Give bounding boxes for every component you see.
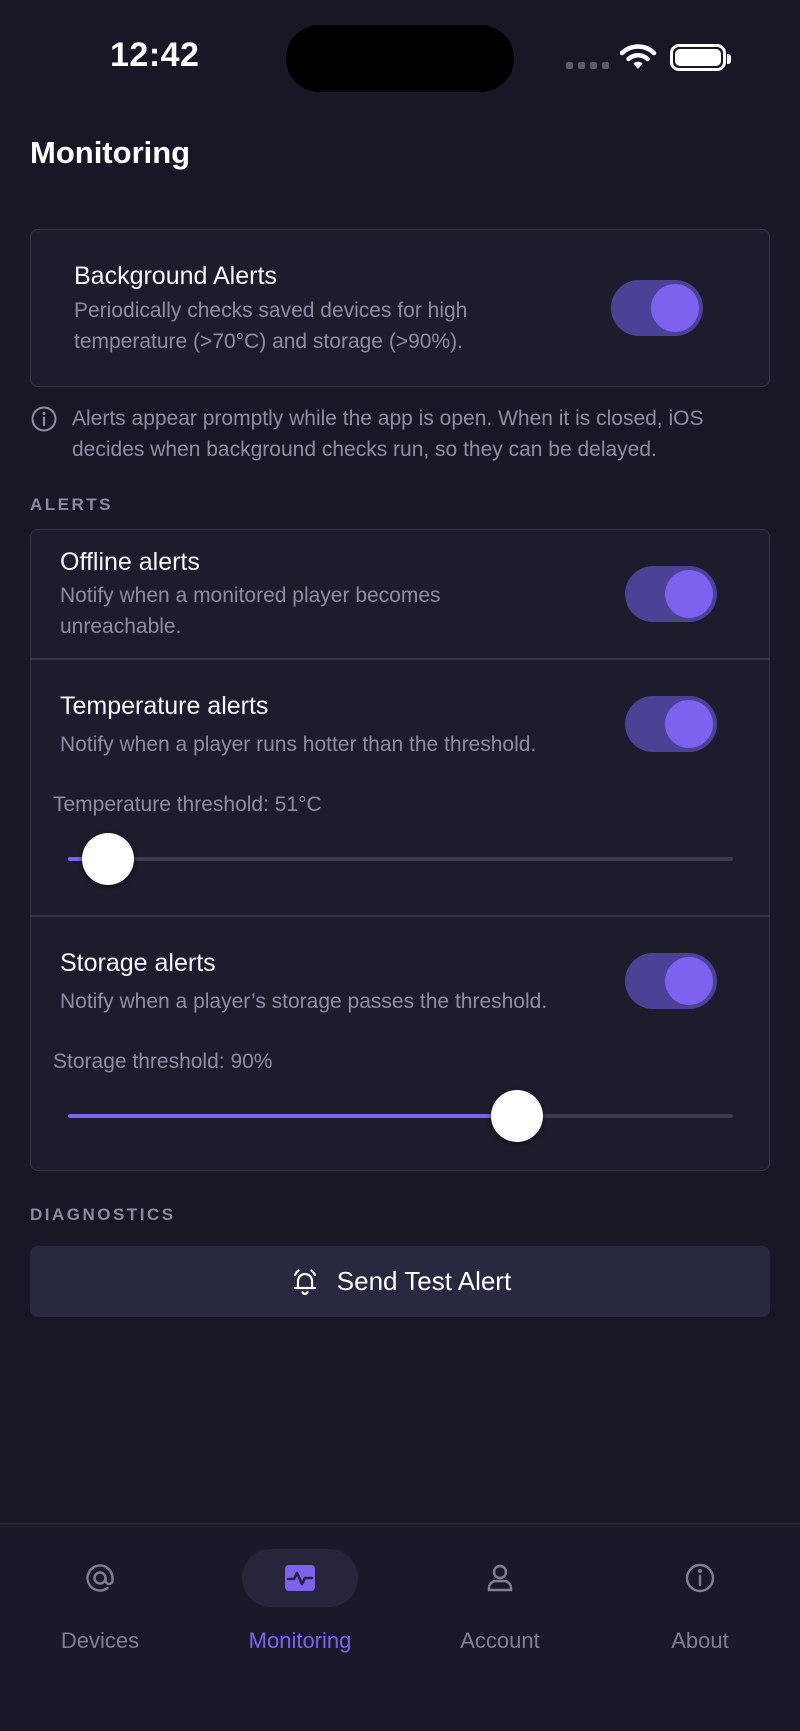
slider-fill	[68, 1114, 517, 1118]
offline-alerts-title: Offline alerts	[60, 548, 200, 576]
background-alerts-title: Background Alerts	[74, 262, 277, 290]
temperature-alerts-toggle[interactable]	[625, 696, 717, 752]
toggle-knob	[665, 700, 713, 748]
storage-threshold-slider[interactable]	[68, 1090, 733, 1142]
user-icon	[487, 1564, 513, 1592]
wifi-icon	[619, 44, 657, 69]
info-icon	[31, 406, 57, 432]
tab-account-label: Account	[460, 1628, 540, 1653]
toggle-knob	[665, 570, 713, 618]
background-alerts-card: Background Alerts Periodically checks sa…	[30, 229, 770, 387]
temperature-threshold-slider[interactable]	[68, 833, 733, 885]
info-note-text: Alerts appear promptly while the app is …	[72, 407, 704, 461]
status-time: 12:42	[110, 36, 200, 74]
alerts-section-label: ALERTS	[30, 495, 113, 514]
toggle-knob	[665, 957, 713, 1005]
cellular-signal-icon	[566, 62, 609, 69]
tab-account[interactable]: Account	[400, 1524, 600, 1653]
offline-alerts-description: Notify when a monitored player becomes u…	[60, 584, 441, 638]
storage-alerts-title: Storage alerts	[60, 949, 216, 977]
temperature-alerts-description: Notify when a player runs hotter than th…	[60, 733, 537, 756]
info-icon	[685, 1563, 715, 1593]
temperature-threshold-label: Temperature threshold: 51°C	[53, 793, 322, 816]
tab-about[interactable]: About	[600, 1524, 800, 1653]
bell-ringing-icon	[293, 1268, 316, 1295]
page-title: Monitoring	[30, 135, 191, 170]
storage-alerts-description: Notify when a player’s storage passes th…	[60, 990, 548, 1013]
storage-threshold-label: Storage threshold: 90%	[53, 1050, 273, 1073]
toggle-knob	[651, 284, 699, 332]
at-sign-icon	[86, 1564, 114, 1592]
send-test-alert-label: Send Test Alert	[336, 1266, 512, 1296]
tab-devices-label: Devices	[60, 1628, 140, 1653]
divider	[31, 658, 769, 660]
send-test-alert-button[interactable]: Send Test Alert	[30, 1246, 770, 1317]
background-alerts-description: Periodically checks saved devices for hi…	[74, 299, 468, 353]
tab-devices[interactable]: Devices	[0, 1524, 200, 1653]
background-alerts-toggle[interactable]	[611, 280, 703, 336]
slider-thumb[interactable]	[490, 1090, 543, 1142]
activity-icon	[285, 1565, 315, 1591]
dynamic-island	[286, 25, 514, 92]
tab-monitoring-label: Monitoring	[248, 1628, 352, 1653]
storage-alerts-toggle[interactable]	[625, 953, 717, 1009]
slider-thumb[interactable]	[81, 833, 134, 885]
tab-about-label: About	[671, 1628, 729, 1653]
tab-bar: Devices Monitoring Account About	[0, 1523, 800, 1731]
battery-icon	[670, 44, 731, 71]
temperature-alerts-title: Temperature alerts	[60, 692, 269, 720]
diagnostics-section-label: DIAGNOSTICS	[30, 1205, 176, 1224]
alerts-card: Offline alerts Notify when a monitored p…	[30, 529, 770, 1171]
status-bar: 12:42	[0, 0, 800, 110]
offline-alerts-toggle[interactable]	[625, 566, 717, 622]
tab-monitoring[interactable]: Monitoring	[200, 1524, 400, 1653]
divider	[31, 915, 769, 917]
